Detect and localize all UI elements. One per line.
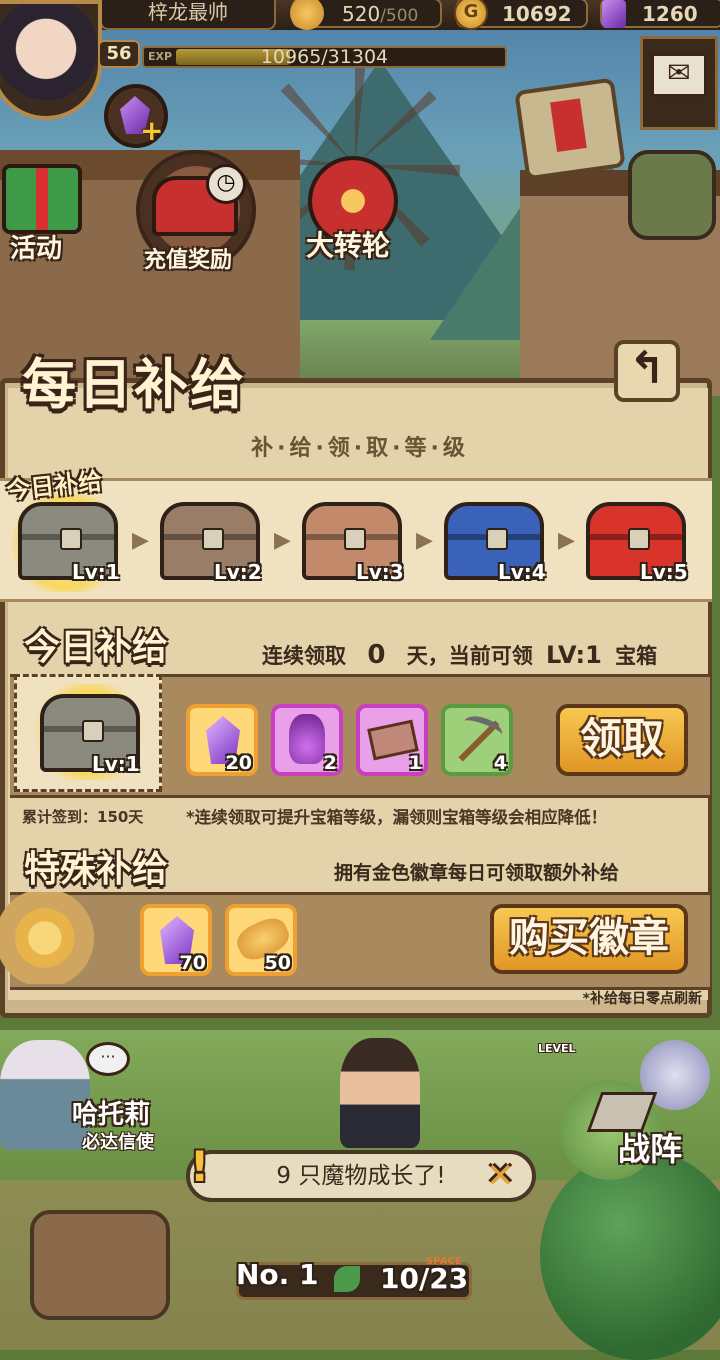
gold-resource[interactable]: G 10692 bbox=[454, 0, 588, 30]
chevron-right-icon: ▶ bbox=[274, 528, 291, 553]
streak-suffix: 天，当前可领 bbox=[406, 644, 533, 668]
close-icon[interactable]: ✕ bbox=[486, 1156, 515, 1196]
current-chest-level: LV:1 bbox=[546, 641, 602, 669]
npc-name[interactable]: 哈托莉 bbox=[72, 1094, 150, 1131]
buy-badge-button[interactable]: 购买徽章 bbox=[490, 904, 688, 974]
purple-gem-icon bbox=[602, 0, 626, 28]
exclamation-icon: ! bbox=[190, 1142, 210, 1191]
chevron-right-icon: ▶ bbox=[416, 528, 433, 553]
chest-level-label: Lv:1 bbox=[72, 560, 120, 584]
monster-character[interactable] bbox=[340, 1038, 420, 1148]
reward-item[interactable]: 70 bbox=[140, 904, 212, 976]
reward-count: 1 bbox=[408, 752, 422, 774]
npc-role: 必达信使 bbox=[82, 1132, 154, 1153]
streak-prefix: 连续领取 bbox=[262, 644, 346, 668]
total-signin: 累计签到：150天 bbox=[22, 808, 144, 826]
reward-item[interactable]: 50 bbox=[225, 904, 297, 976]
reward-count: 70 bbox=[179, 952, 206, 974]
chest-word: 宝箱 bbox=[615, 644, 658, 668]
gift-ribbon bbox=[36, 168, 48, 230]
wheel-label: 大转轮 bbox=[306, 229, 391, 262]
gold-coins-decoration bbox=[0, 892, 112, 984]
gold-coin-icon: G bbox=[454, 0, 488, 30]
mail-panel: ✉ bbox=[640, 36, 718, 130]
bread-count: 520/500 bbox=[342, 2, 419, 26]
exp-bar: EXP 10965/31304 bbox=[142, 46, 507, 68]
chest-level-label: Lv:4 bbox=[498, 560, 546, 584]
reward-count: 20 bbox=[225, 752, 252, 774]
chest-level-label: Lv:3 bbox=[356, 560, 404, 584]
player-name: 梓龙最帅 bbox=[100, 0, 276, 30]
leaf-icon bbox=[334, 1266, 360, 1292]
shop-stall-decoration[interactable] bbox=[30, 1210, 170, 1320]
today-chest-level: Lv:1 bbox=[92, 752, 140, 776]
special-desc: 拥有金色徽章每日可领取额外补给 bbox=[334, 862, 620, 884]
recharge-reward-button[interactable]: ◷ 充值奖励 bbox=[136, 150, 256, 273]
panel-title: 每日补给 bbox=[22, 353, 246, 416]
chevron-right-icon: ▶ bbox=[132, 528, 149, 553]
bread-icon bbox=[290, 0, 324, 30]
today-section-title: 今日补给 bbox=[24, 627, 169, 668]
refresh-note: *补给每日零点刷新 bbox=[582, 991, 702, 1007]
special-section-title: 特殊补给 bbox=[24, 849, 169, 890]
floor-number[interactable]: No. 1 bbox=[236, 1258, 319, 1291]
recharge-label: 充值奖励 bbox=[144, 248, 233, 273]
big-wheel-button[interactable]: 大转轮 bbox=[288, 150, 418, 270]
activity-label: 活动 bbox=[10, 234, 63, 264]
add-gems-button[interactable]: + bbox=[104, 84, 168, 148]
formation-button[interactable]: 战阵 bbox=[618, 1124, 682, 1170]
gem-count: 1260 bbox=[642, 2, 698, 26]
gem-resource[interactable]: 1260 bbox=[600, 0, 720, 28]
reward-count: 4 bbox=[493, 752, 507, 774]
reward-count: 50 bbox=[264, 952, 291, 974]
activity-button[interactable]: 活动 bbox=[0, 150, 102, 270]
claim-button[interactable]: 领取 bbox=[556, 704, 688, 776]
gift-box-icon bbox=[2, 164, 82, 234]
exp-text: 10965/31304 bbox=[260, 46, 389, 68]
player-level: 56 bbox=[98, 40, 140, 68]
reward-item[interactable]: 4 bbox=[441, 704, 513, 776]
supply-level-header: 补·给·领·取·等·级 bbox=[251, 436, 469, 461]
backpack-icon[interactable] bbox=[628, 150, 716, 240]
chest-level-label: Lv:2 bbox=[214, 560, 262, 584]
level-tag: LEVEL bbox=[538, 1042, 576, 1055]
back-arrow-icon: ↰ bbox=[628, 343, 666, 394]
quest-scroll-icon[interactable] bbox=[514, 77, 626, 181]
gold-count: 10692 bbox=[502, 2, 572, 26]
streak-info: 连续领取 0 天，当前可领 LV:1 宝箱 bbox=[262, 640, 657, 670]
speech-bubble-icon[interactable]: ··· bbox=[86, 1042, 130, 1076]
space-label: SPACE bbox=[426, 1256, 462, 1267]
reward-count: 2 bbox=[323, 752, 337, 774]
chevron-right-icon: ▶ bbox=[558, 528, 575, 553]
scroll-ribbon bbox=[550, 98, 587, 153]
chest-level-label: Lv:5 bbox=[640, 560, 688, 584]
plus-icon: + bbox=[140, 114, 164, 147]
clock-icon: ◷ bbox=[206, 164, 246, 204]
reward-item[interactable]: 2 bbox=[271, 704, 343, 776]
bread-resource[interactable]: 520/500 bbox=[290, 0, 442, 30]
reward-item[interactable]: 20 bbox=[186, 704, 258, 776]
reward-item[interactable]: 1 bbox=[356, 704, 428, 776]
back-button[interactable]: ↰ bbox=[614, 340, 680, 402]
streak-warning: *连续领取可提升宝箱等级，漏领则宝箱等级会相应降低！ bbox=[186, 808, 608, 827]
notification-bar[interactable]: 9 只魔物成长了! bbox=[186, 1150, 536, 1202]
player-avatar[interactable] bbox=[0, 0, 102, 120]
streak-days: 0 bbox=[367, 640, 386, 670]
mail-icon[interactable]: ✉ bbox=[651, 53, 707, 97]
